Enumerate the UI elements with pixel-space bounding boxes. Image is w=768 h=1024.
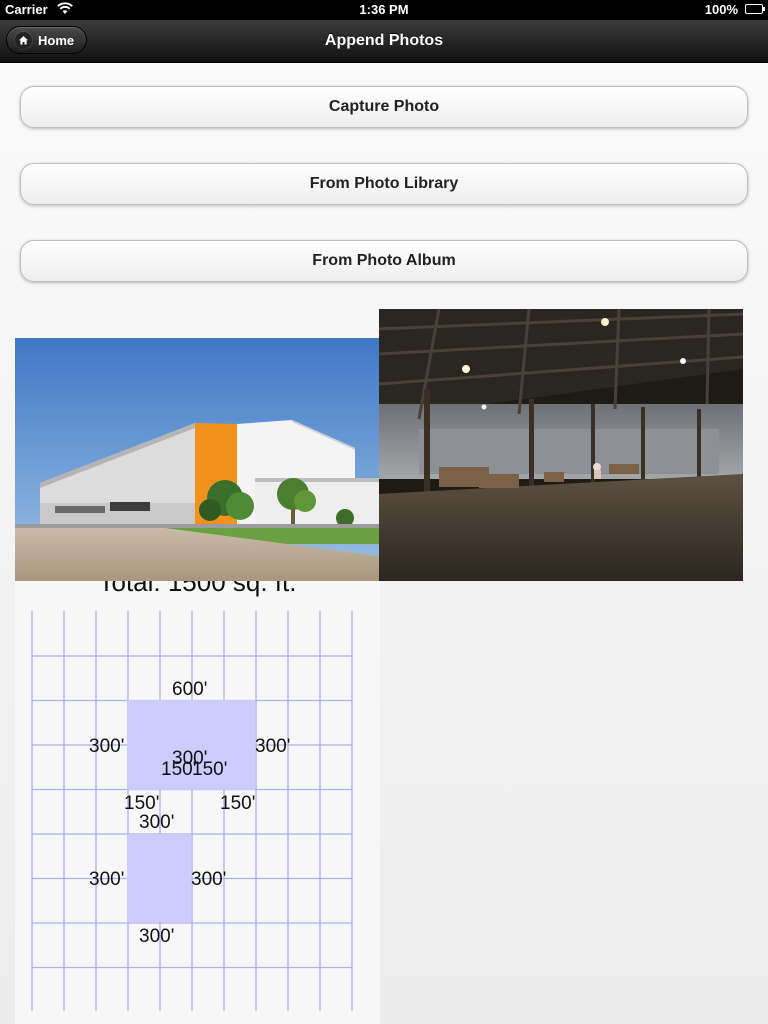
- battery-icon: [745, 4, 765, 14]
- status-bar: Carrier 1:36 PM 100%: [0, 0, 768, 20]
- photo-library-button[interactable]: From Photo Library: [20, 163, 748, 205]
- plan-label-top: 600': [172, 679, 207, 700]
- capture-photo-button[interactable]: Capture Photo: [20, 86, 748, 128]
- plan-label-lower-left: 300': [89, 869, 124, 890]
- plan-label-lower-right: 300': [191, 869, 226, 890]
- plan-label-bottom: 300': [139, 926, 174, 947]
- floor-plan-room-lower: [127, 834, 191, 922]
- photo-album-button[interactable]: From Photo Album: [20, 240, 748, 282]
- floor-plan-grid: 600' 300' 300' 300' 150' 150' 150' 150' …: [31, 611, 353, 1011]
- clock-time: 1:36 PM: [359, 2, 409, 17]
- floor-plan[interactable]: Total: 1500 sq. ft. 600' 300' 300' 300' …: [15, 581, 380, 1024]
- plan-label-inner-right: 150': [192, 759, 227, 780]
- navigation-bar: Home Append Photos: [0, 20, 768, 63]
- floor-plan-total: Total: 1500 sq. ft.: [98, 581, 297, 597]
- plan-label-lower-top: 300': [139, 812, 174, 833]
- page-title: Append Photos: [324, 32, 444, 49]
- warehouse-exterior-photo[interactable]: [15, 338, 379, 581]
- warehouse-interior-photo[interactable]: [379, 309, 743, 581]
- plan-label-step-left: 150': [124, 793, 159, 814]
- plan-label-left-upper: 300': [89, 736, 124, 757]
- plan-label-step-right: 150': [220, 793, 255, 814]
- battery-percent: 100%: [704, 2, 738, 17]
- plan-label-right-upper: 300': [255, 736, 290, 757]
